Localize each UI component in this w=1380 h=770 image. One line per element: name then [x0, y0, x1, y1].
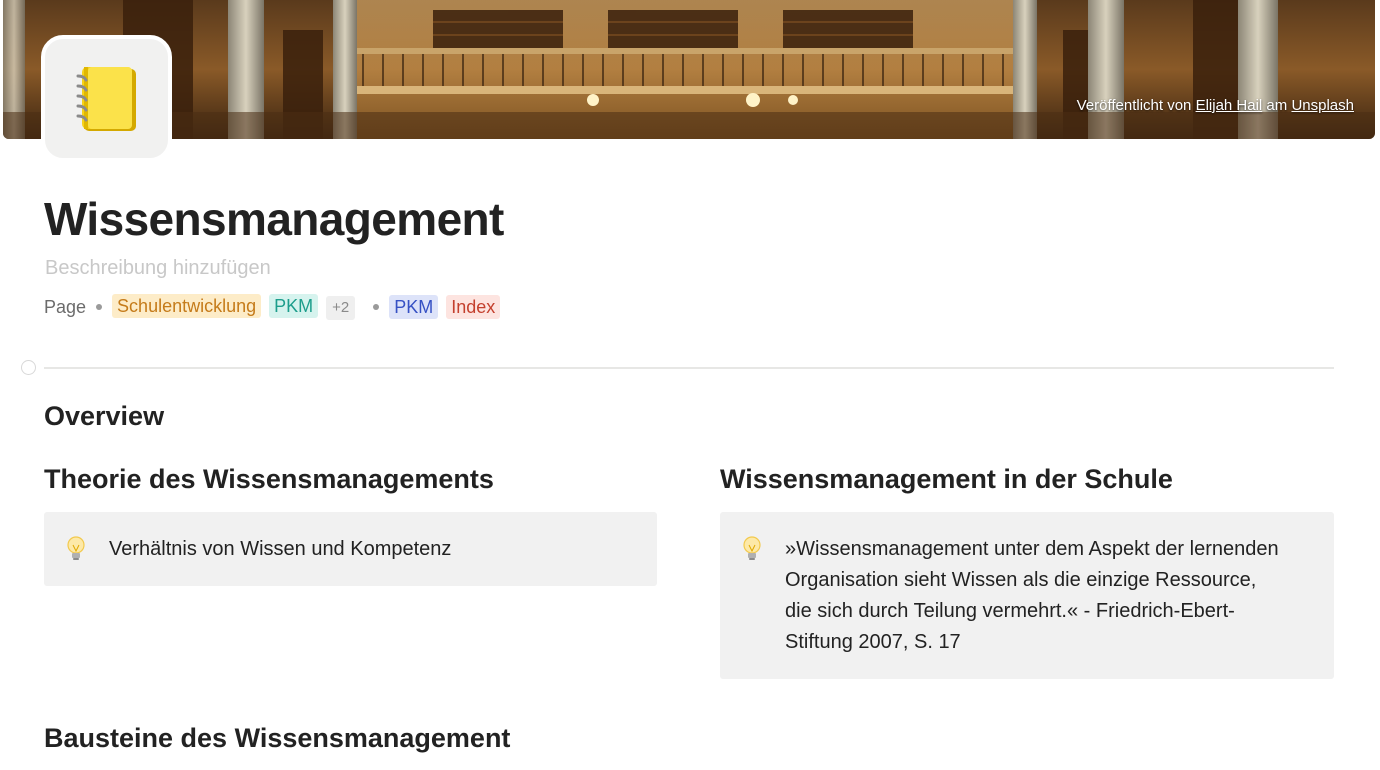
- separator-dot: [373, 304, 380, 310]
- tag[interactable]: PKM: [389, 295, 439, 319]
- callout-left-text: Verhältnis von Wissen und Kompetenz: [109, 538, 452, 560]
- lightbulb-icon: [742, 536, 762, 567]
- tag[interactable]: Index: [446, 295, 501, 319]
- tag[interactable]: Schulentwicklung: [112, 294, 262, 318]
- credit-source-link[interactable]: Unsplash: [1291, 97, 1354, 114]
- page-type-label: Page: [44, 296, 87, 317]
- right-column-heading: Wissensmanagement in der Schule: [720, 464, 1173, 494]
- left-column-heading: Theorie des Wissensmanagements: [44, 464, 494, 494]
- callout-left[interactable]: Verhältnis von Wissen und Kompetenz: [44, 512, 657, 586]
- callout-right-text: »Wissensmanagement unter dem Aspekt der …: [785, 534, 1279, 658]
- page-icon[interactable]: [41, 35, 172, 162]
- lightbulb-icon: [66, 536, 86, 567]
- cover-credit: Veröffentlicht von Elijah Hail am Unspla…: [1077, 97, 1354, 114]
- description-placeholder[interactable]: Beschreibung hinzufügen: [45, 257, 271, 280]
- tag[interactable]: PKM: [269, 294, 319, 318]
- page-properties: Page Schulentwicklung PKM +2 PKM Index: [44, 294, 508, 320]
- separator-dot: [96, 304, 103, 310]
- credit-prefix: Veröffentlicht von: [1076, 97, 1196, 114]
- divider: [44, 367, 1334, 369]
- page-title[interactable]: Wissensmanagement: [44, 192, 504, 246]
- bausteine-heading: Bausteine des Wissensmanagement: [44, 723, 511, 753]
- cover-image[interactable]: Veröffentlicht von Elijah Hail am Unspla…: [3, 0, 1375, 139]
- callout-line: Stiftung 2007, S. 17: [785, 631, 961, 653]
- callout-right[interactable]: »Wissensmanagement unter dem Aspekt der …: [720, 512, 1334, 679]
- block-drag-handle[interactable]: [21, 360, 36, 375]
- callout-line: die sich durch Teilung vermehrt.« - Frie…: [785, 600, 1235, 622]
- callout-line: »Wissensmanagement unter dem Aspekt der …: [785, 538, 1279, 560]
- more-tags-badge[interactable]: +2: [326, 296, 356, 320]
- overview-heading: Overview: [44, 401, 165, 431]
- tag-group-categories: Schulentwicklung PKM +2: [112, 294, 363, 320]
- credit-author-link[interactable]: Elijah Hail: [1196, 97, 1263, 114]
- callout-line: Organisation sieht Wissen als die einzig…: [785, 569, 1257, 591]
- notebook-icon: [76, 66, 136, 131]
- library-cover-illustration: [3, 0, 1375, 139]
- credit-middle: am: [1262, 97, 1292, 114]
- tag-group-topics: PKM Index: [389, 295, 508, 319]
